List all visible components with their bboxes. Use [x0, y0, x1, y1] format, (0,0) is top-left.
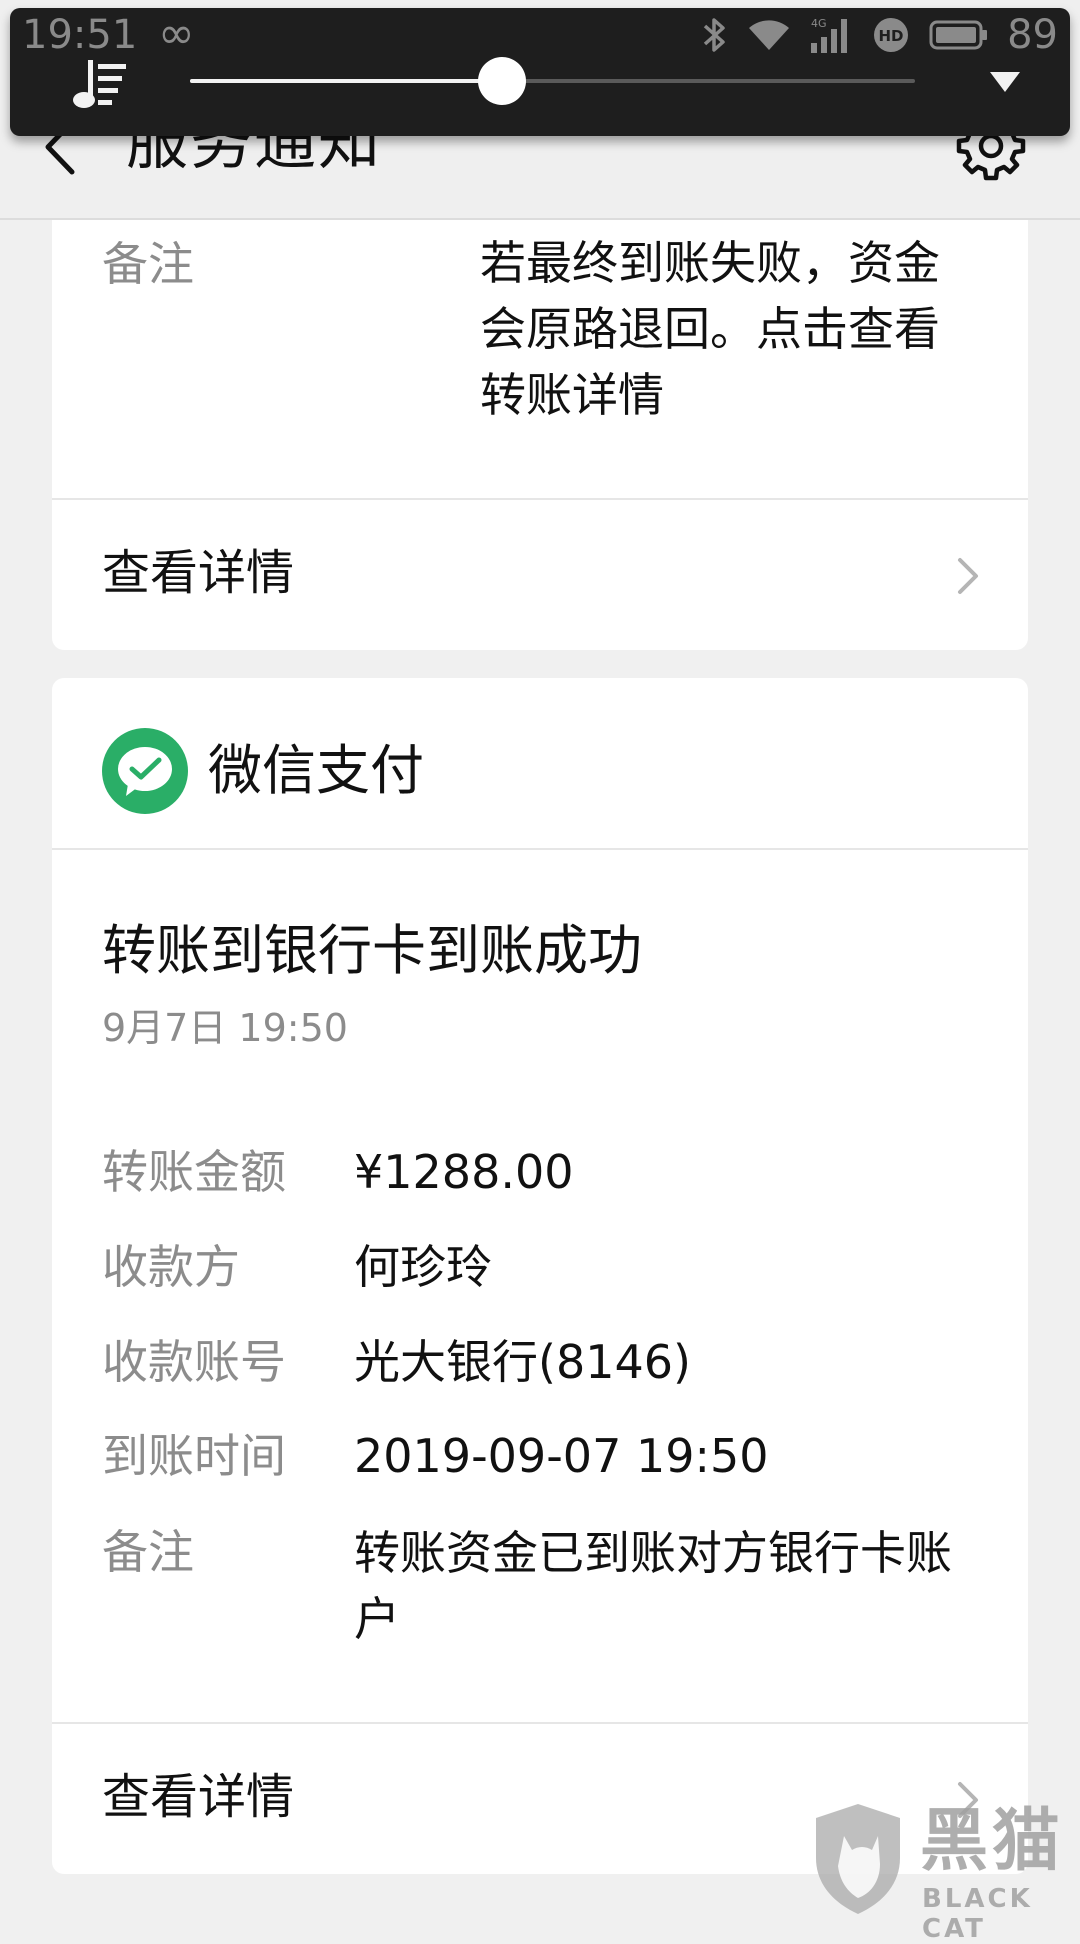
account-value: 光大银行(8146)	[354, 1335, 691, 1389]
media-notification-overlay: 19:51 ∞ 4G HD 89	[10, 8, 1070, 136]
chevron-right-icon	[958, 558, 978, 594]
remark-label: 备注	[102, 1525, 194, 1579]
hd-icon: HD	[874, 18, 909, 52]
network-label: 4G	[811, 17, 827, 30]
music-icon	[73, 60, 126, 108]
bluetooth-icon	[703, 18, 725, 52]
volume-slider[interactable]	[190, 57, 915, 105]
signal-icon: 4G	[811, 17, 848, 53]
view-details-row[interactable]: 查看详情	[52, 500, 1028, 650]
amount-label: 转账金额	[102, 1145, 286, 1199]
volume-slider-thumb[interactable]	[477, 57, 526, 105]
loop-icon: ∞	[158, 8, 195, 59]
arrival-time-value: 2019-09-07 19:50	[354, 1429, 769, 1483]
battery-level: 89	[1007, 12, 1058, 58]
wechat-pay-logo-icon	[102, 728, 188, 814]
cat-shield-logo-icon	[816, 1804, 900, 1914]
amount-value: ¥1288.00	[354, 1145, 574, 1199]
payee-value: 何珍玲	[354, 1240, 492, 1294]
notice-time: 9月7日 19:50	[102, 1006, 348, 1050]
view-details-label: 查看详情	[102, 1769, 295, 1825]
remark-value: 转账资金已到账对方银行卡账户	[354, 1526, 952, 1646]
black-cat-watermark: 黑猫 BLACK CAT	[808, 1800, 1080, 1944]
divider	[52, 848, 1028, 850]
watermark-en-text: BLACK CAT	[922, 1884, 1033, 1944]
wifi-icon	[749, 20, 790, 50]
battery-icon	[929, 20, 988, 50]
payee-label: 收款方	[102, 1240, 240, 1294]
wechat-pay-notification-card: 微信支付 转账到银行卡到账成功 9月7日 19:50 转账金额 ¥1288.00…	[52, 678, 1028, 1874]
watermark-cn-text: 黑猫	[920, 1802, 1065, 1881]
collapse-down-icon[interactable]	[988, 70, 1022, 94]
previous-notification-card: 备注 若最终到账失败，资金会原路退回。点击查看转账详情 查看详情	[52, 220, 1028, 650]
remark-value: 若最终到账失败，资金会原路退回。点击查看转账详情	[480, 236, 940, 422]
remark-label: 备注	[102, 237, 194, 291]
volume-slider-fill	[190, 79, 502, 83]
view-details-label: 查看详情	[102, 545, 295, 601]
account-label: 收款账号	[102, 1335, 286, 1389]
notice-title: 转账到银行卡到账成功	[102, 919, 642, 982]
status-icons: 4G HD 89	[701, 10, 1058, 60]
arrival-time-label: 到账时间	[102, 1429, 286, 1483]
hd-label: HD	[879, 27, 904, 45]
pay-account-name: 微信支付	[208, 739, 424, 802]
